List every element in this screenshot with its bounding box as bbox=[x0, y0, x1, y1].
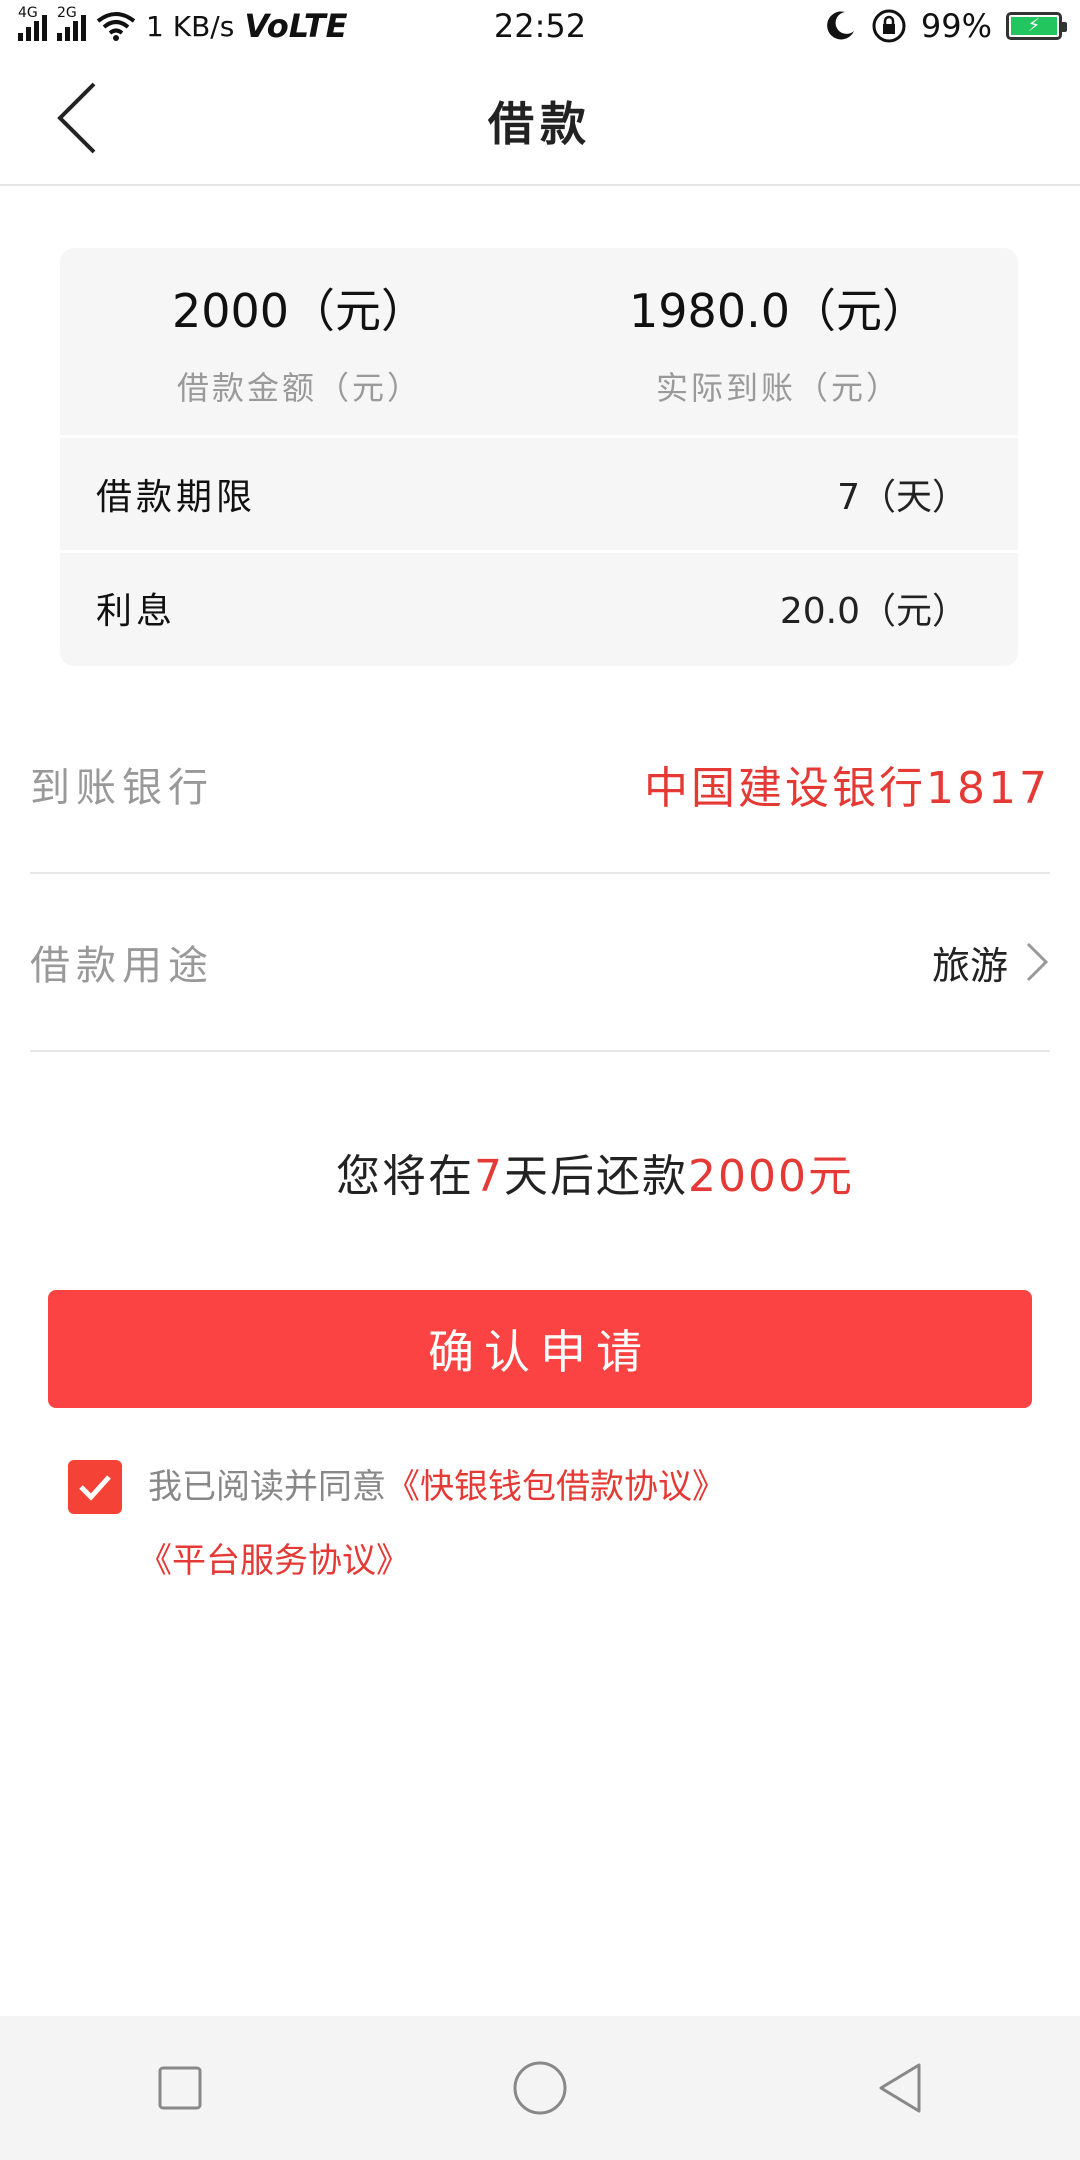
loan-summary-card: 2000（元） 借款金额（元） 1980.0（元） 实际到账（元） 借款期限 7… bbox=[60, 248, 1018, 666]
interest-value: 20.0（元） bbox=[779, 590, 968, 632]
confirm-apply-button[interactable]: 确认申请 bbox=[48, 1290, 1032, 1408]
chevron-right-icon bbox=[1026, 942, 1049, 982]
signal-4g-icon: 4G bbox=[18, 5, 47, 41]
amount-section: 2000（元） 借款金额（元） 1980.0（元） 实际到账（元） bbox=[60, 248, 1018, 438]
notice-amount: 2000元 bbox=[688, 1151, 854, 1202]
notice-days: 7 bbox=[474, 1151, 504, 1202]
network-tag-4g: 4G bbox=[18, 5, 38, 21]
status-bar: 4G 2G 1 KB/s VoLTE 22:52 99% ⚡ bbox=[0, 0, 1080, 52]
platform-agreement-link[interactable]: 《平台服务协议》 bbox=[138, 1541, 410, 1581]
agreement-checkbox[interactable] bbox=[68, 1460, 122, 1514]
square-icon bbox=[158, 2066, 202, 2110]
loan-agreement-link[interactable]: 《快银钱包借款协议》 bbox=[386, 1467, 726, 1507]
loan-amount-value: 2000（元） bbox=[171, 283, 428, 338]
wifi-icon bbox=[96, 12, 136, 41]
status-right: 99% ⚡ bbox=[823, 7, 1067, 45]
agreement-text: 我已阅读并同意《快银钱包借款协议》 bbox=[68, 1450, 1028, 1524]
notice-middle: 天后还款 bbox=[504, 1151, 688, 1202]
loan-term-label: 借款期限 bbox=[96, 477, 257, 518]
loan-amount-block: 2000（元） 借款金额（元） bbox=[60, 248, 539, 435]
agreement-line-2: 《平台服务协议》 bbox=[138, 1524, 1028, 1598]
network-speed: 1 KB/s bbox=[146, 9, 235, 43]
system-nav-bar bbox=[0, 2016, 1080, 2160]
loan-term-row: 借款期限 7（天） bbox=[60, 438, 1018, 550]
actual-received-label: 实际到账（元） bbox=[655, 368, 901, 407]
loan-term-value: 7（天） bbox=[837, 477, 968, 518]
notice-prefix: 您将在 bbox=[336, 1151, 474, 1202]
back-button[interactable] bbox=[870, 2058, 930, 2118]
repayment-notice: 您将在7天后还款2000元 bbox=[0, 1140, 1080, 1204]
loan-purpose-row[interactable]: 借款用途 旅游 bbox=[30, 874, 1050, 1052]
actual-received-value: 1980.0（元） bbox=[629, 283, 928, 338]
actual-received-block: 1980.0（元） 实际到账（元） bbox=[539, 248, 1018, 435]
recent-apps-button[interactable] bbox=[150, 2058, 210, 2118]
battery-icon: ⚡ bbox=[1006, 12, 1067, 40]
battery-percent: 99% bbox=[920, 7, 992, 45]
interest-label: 利息 bbox=[96, 590, 177, 632]
agreement-statement: 我已阅读并同意 bbox=[148, 1467, 386, 1507]
home-button[interactable] bbox=[510, 2058, 570, 2118]
receiving-bank-label: 到账银行 bbox=[30, 765, 214, 811]
clock: 22:52 bbox=[493, 7, 587, 45]
agreement-section: 我已阅读并同意《快银钱包借款协议》 《平台服务协议》 bbox=[68, 1460, 1028, 1598]
triangle-back-icon bbox=[879, 2063, 921, 2113]
network-tag-2g: 2G bbox=[57, 5, 77, 21]
volte-label: VoLTE bbox=[244, 7, 348, 45]
page-title: 借款 bbox=[488, 97, 592, 151]
loan-amount-label: 借款金额（元） bbox=[176, 368, 422, 407]
receiving-bank-value: 中国建设银行1817 bbox=[644, 763, 1050, 814]
app-header: 借款 bbox=[0, 52, 1080, 186]
circle-icon bbox=[513, 2061, 567, 2115]
moon-icon bbox=[827, 11, 854, 40]
receiving-bank-row: 到账银行 中国建设银行1817 bbox=[30, 696, 1050, 874]
loan-purpose-value: 旅游 bbox=[931, 943, 1008, 988]
signal-2g-icon: 2G bbox=[57, 5, 86, 41]
rotation-lock-icon bbox=[872, 9, 906, 43]
checkmark-icon bbox=[79, 1475, 111, 1501]
interest-row: 利息 20.0（元） bbox=[60, 550, 1018, 662]
loan-purpose-selector[interactable]: 旅游 bbox=[932, 935, 1050, 990]
loan-purpose-label: 借款用途 bbox=[30, 943, 214, 989]
status-left: 4G 2G 1 KB/s VoLTE bbox=[18, 5, 348, 45]
